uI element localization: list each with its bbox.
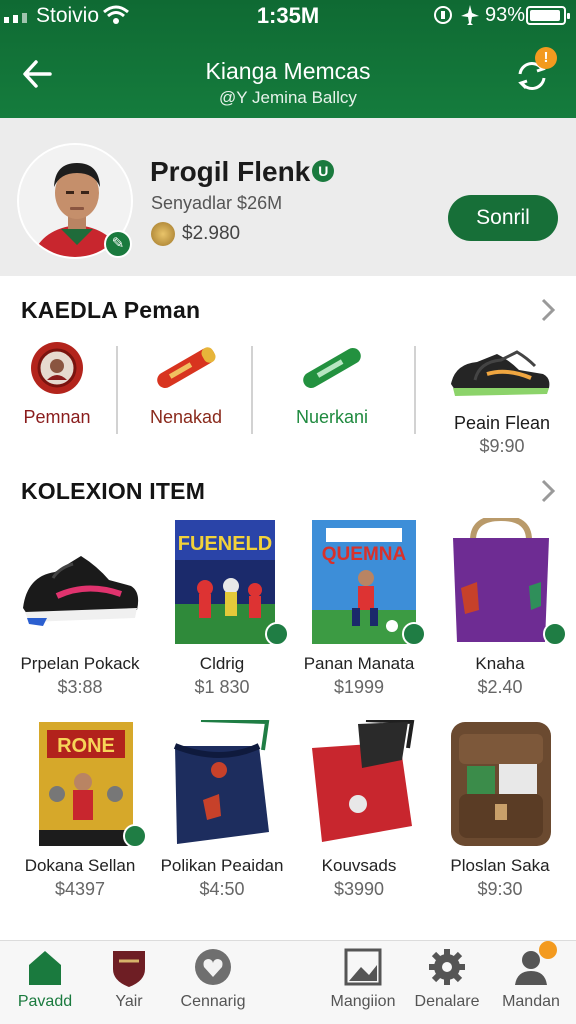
nav-home[interactable]: Pavadd <box>0 947 90 1011</box>
person-icon <box>511 941 557 987</box>
collection-item[interactable]: Polikan Peaidan $4:50 <box>154 718 290 900</box>
divider <box>414 346 416 434</box>
nav-label: Mangiion <box>330 993 396 1010</box>
profile-name: Progil Flenk <box>150 156 311 187</box>
badge-icon <box>123 824 147 848</box>
status-bar: Stoivio 1:35M 93% <box>0 0 576 32</box>
profile-card: ✎ Progil Flenk Senyadlar $26M $2.980 Son… <box>0 118 576 276</box>
airplane-icon <box>461 5 479 25</box>
game-box-icon: RONE <box>17 720 147 848</box>
collection-item[interactable]: Knaha $2.40 <box>432 514 568 698</box>
coin-icon <box>151 222 175 246</box>
gear-icon <box>427 947 467 987</box>
item-name: Kouvsads <box>321 856 397 875</box>
game-box-icon: QUEMNA <box>296 518 426 646</box>
drawstring-bag-icon <box>159 718 285 846</box>
edit-badge-icon[interactable]: ✎ <box>104 230 132 258</box>
notification-dot <box>539 941 557 959</box>
rotation-lock-icon <box>434 6 452 24</box>
drawstring-bag-icon <box>296 718 422 846</box>
item-price: $4397 <box>54 879 106 899</box>
item-price: $1 830 <box>194 677 250 697</box>
battery-icon <box>526 6 570 25</box>
item-price: $4:50 <box>199 879 245 899</box>
green-band-icon <box>303 348 361 388</box>
header-title: Kianga Memcas <box>205 58 371 84</box>
divider <box>116 346 118 434</box>
nav-profile[interactable]: Mandan <box>486 941 576 1011</box>
frame-icon <box>343 947 383 987</box>
nav-club[interactable]: Yair <box>84 947 174 1011</box>
category-item[interactable]: Nuerkani <box>278 340 386 428</box>
verified-icon <box>312 159 335 182</box>
item-name: Polikan Peaidan <box>160 856 284 875</box>
divider <box>251 346 253 434</box>
nav-label: Cennarig <box>180 993 246 1010</box>
collection-item[interactable]: Ploslan Saka $9:30 <box>432 720 568 900</box>
category-item[interactable]: Pemnan <box>14 340 100 428</box>
item-name: Ploslan Saka <box>450 856 550 875</box>
backpack-icon <box>437 720 563 846</box>
item-name: Cldrig <box>199 654 245 673</box>
sneaker-pair-icon <box>451 350 550 396</box>
profile-balance: $2.980 <box>182 223 241 244</box>
battery-fill <box>530 10 560 21</box>
item-name: Prpelan Pokack <box>20 654 140 673</box>
category-label: Nuerkani <box>295 407 369 427</box>
category-label: Pemnan <box>23 407 91 427</box>
header-subtitle: @Y Jemina Ballcy <box>219 88 357 107</box>
box-title: QUEMNA <box>322 544 407 565</box>
category-price: $9:90 <box>479 436 525 456</box>
collection-item[interactable]: RONE Dokana Sellan $4397 <box>12 720 148 900</box>
home-icon <box>25 947 65 987</box>
category-label: Nenakad <box>149 407 223 427</box>
chevron-right-icon[interactable] <box>538 478 558 504</box>
category-item[interactable]: Nenakad <box>136 340 236 428</box>
item-price: $1999 <box>333 677 385 697</box>
item-price: $3:88 <box>57 677 103 697</box>
game-box-icon: FUENELD <box>159 518 289 646</box>
item-price: $3990 <box>333 879 385 899</box>
box-title: RONE <box>57 735 115 757</box>
tote-bag-icon <box>437 514 567 646</box>
nav-label: Pavadd <box>17 993 73 1010</box>
item-price: $9:30 <box>477 879 523 899</box>
chevron-right-icon[interactable] <box>538 297 558 323</box>
section-title-collection: KOLEXION ITEM <box>21 478 206 504</box>
bottom-nav: Pavadd Yair Cennarig Mangiion Denalare M… <box>0 940 576 1024</box>
profile-subtitle: Senyadlar $26M <box>151 193 283 213</box>
category-item[interactable]: Peain Flean $9:90 <box>440 340 564 457</box>
section-title-categories: KAEDLA Peman <box>21 297 201 323</box>
nav-settings[interactable]: Denalare <box>402 947 492 1011</box>
badge-icon <box>402 622 426 646</box>
nav-gallery[interactable]: Mangiion <box>318 947 408 1011</box>
app-header: Stoivio 1:35M 93% Kianga Memcas @Y Jemin… <box>0 0 576 118</box>
category-label: Peain Flean <box>453 413 551 433</box>
collection-item[interactable]: QUEMNA Panan Manata $1999 <box>291 518 427 698</box>
collection-item[interactable]: FUENELD Cldrig $1 830 <box>154 518 290 698</box>
sneaker-icon <box>17 518 143 644</box>
collection-item[interactable]: Prpelan Pokack $3:88 <box>12 518 148 698</box>
notification-badge: ! <box>535 47 557 69</box>
follow-button[interactable]: Sonril <box>448 195 558 241</box>
shield-icon <box>109 947 149 987</box>
battery-percent: 93% <box>485 4 526 26</box>
collection-item[interactable]: Kouvsads $3990 <box>291 718 427 900</box>
medal-icon <box>31 342 83 394</box>
box-title: FUENELD <box>178 533 272 555</box>
nav-community[interactable]: Cennarig <box>168 947 258 1011</box>
heart-icon <box>193 947 233 987</box>
nav-label: Denalare <box>414 993 480 1010</box>
badge-icon <box>543 622 567 646</box>
item-price: $2.40 <box>477 677 523 697</box>
item-name: Knaha <box>475 654 525 673</box>
badge-icon <box>265 622 289 646</box>
scarf-roll-icon <box>157 347 216 388</box>
nav-label: Mandan <box>502 993 560 1010</box>
item-name: Dokana Sellan <box>24 856 136 875</box>
nav-label: Yair <box>115 993 143 1010</box>
item-name: Panan Manata <box>303 654 415 673</box>
profile-name-row: Progil Flenk <box>150 156 335 188</box>
